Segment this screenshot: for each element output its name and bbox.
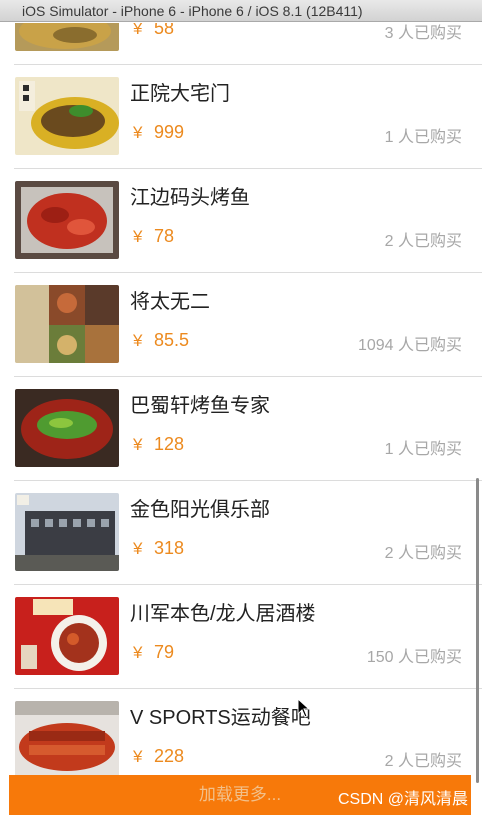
deal-image [15, 701, 119, 779]
deal-image [15, 23, 119, 51]
currency-symbol: ¥ [133, 747, 143, 766]
deal-price: 58 [154, 23, 175, 38]
deal-row[interactable]: 江边码头烤鱼 ¥ 78 2 人已购买 [0, 169, 482, 273]
deal-title: 江边码头烤鱼 [130, 187, 250, 209]
deal-title: 川军本色/龙人居酒楼 [130, 603, 316, 625]
deal-price: 85.5 [154, 330, 190, 350]
restaurant-dish-photo [15, 597, 119, 675]
deal-title: 将太无二 [130, 291, 210, 313]
currency-symbol: ¥ [133, 539, 143, 558]
simulator-title-bar: iOS Simulator - iPhone 6 - iPhone 6 / iO… [0, 0, 482, 22]
deal-sold-count: 2 人已购买 [384, 233, 462, 250]
deal-sold-count: 3 人已购买 [384, 25, 462, 42]
vertical-scrollbar[interactable] [476, 478, 479, 783]
deal-row[interactable]: 将太无二 ¥ 85.5 1094 人已购买 [0, 273, 482, 377]
window-title: iOS Simulator - iPhone 6 - iPhone 6 / iO… [22, 3, 363, 19]
app-screen[interactable]: ¥ 58 3 人已购买 正院大宅门 ¥ 999 1 人已购买 江边码头烤鱼 ¥ … [0, 23, 482, 837]
deal-sold-count: 2 人已购买 [384, 545, 462, 562]
currency-symbol: ¥ [133, 643, 143, 662]
currency-symbol: ¥ [133, 227, 143, 246]
sushi-collage-photo [15, 285, 119, 363]
deal-image [15, 389, 119, 467]
club-building-photo [15, 493, 119, 571]
deal-row[interactable]: 巴蜀轩烤鱼专家 ¥ 128 1 人已购买 [0, 377, 482, 481]
deal-image [15, 77, 119, 155]
deal-row[interactable]: 正院大宅门 ¥ 999 1 人已购买 [0, 65, 482, 169]
watermark: CSDN @清风清晨 [337, 791, 468, 808]
deal-image [15, 285, 119, 363]
mouse-cursor-icon [297, 698, 311, 718]
deal-title: 正院大宅门 [130, 83, 230, 105]
deal-row[interactable]: 川军本色/龙人居酒楼 ¥ 79 150 人已购买 [0, 585, 482, 689]
deal-row[interactable]: 金色阳光俱乐部 ¥ 318 2 人已购买 [0, 481, 482, 585]
deal-sold-count: 150 人已购买 [366, 649, 462, 666]
deal-sold-count: 2 人已购买 [384, 753, 462, 770]
currency-symbol: ¥ [133, 331, 143, 350]
crayfish-photo [15, 181, 119, 259]
currency-symbol: ¥ [133, 435, 143, 454]
food-photo [15, 23, 119, 51]
deal-sold-count: 1 人已购买 [384, 129, 462, 146]
deal-row[interactable]: ¥ 58 3 人已购买 [0, 23, 482, 65]
load-more-label: 加载更多... [198, 785, 282, 804]
ribs-photo [15, 701, 119, 779]
deal-title: 巴蜀轩烤鱼专家 [130, 395, 270, 417]
deal-price: 999 [154, 122, 185, 142]
deal-image [15, 181, 119, 259]
deal-sold-count: 1 人已购买 [384, 441, 462, 458]
fish-dish-photo [15, 77, 119, 155]
currency-symbol: ¥ [133, 123, 143, 142]
deal-price: 228 [154, 746, 185, 766]
deal-sold-count: 1094 人已购买 [357, 337, 462, 354]
deal-price: 79 [154, 642, 175, 662]
deal-title: V SPORTS运动餐吧 [130, 707, 311, 729]
deal-image [15, 597, 119, 675]
grilled-fish-photo [15, 389, 119, 467]
currency-symbol: ¥ [133, 23, 143, 38]
deal-price: 128 [154, 434, 185, 454]
deal-title: 金色阳光俱乐部 [130, 499, 270, 521]
deal-price: 318 [154, 538, 185, 558]
deal-price: 78 [154, 226, 175, 246]
deal-image [15, 493, 119, 571]
